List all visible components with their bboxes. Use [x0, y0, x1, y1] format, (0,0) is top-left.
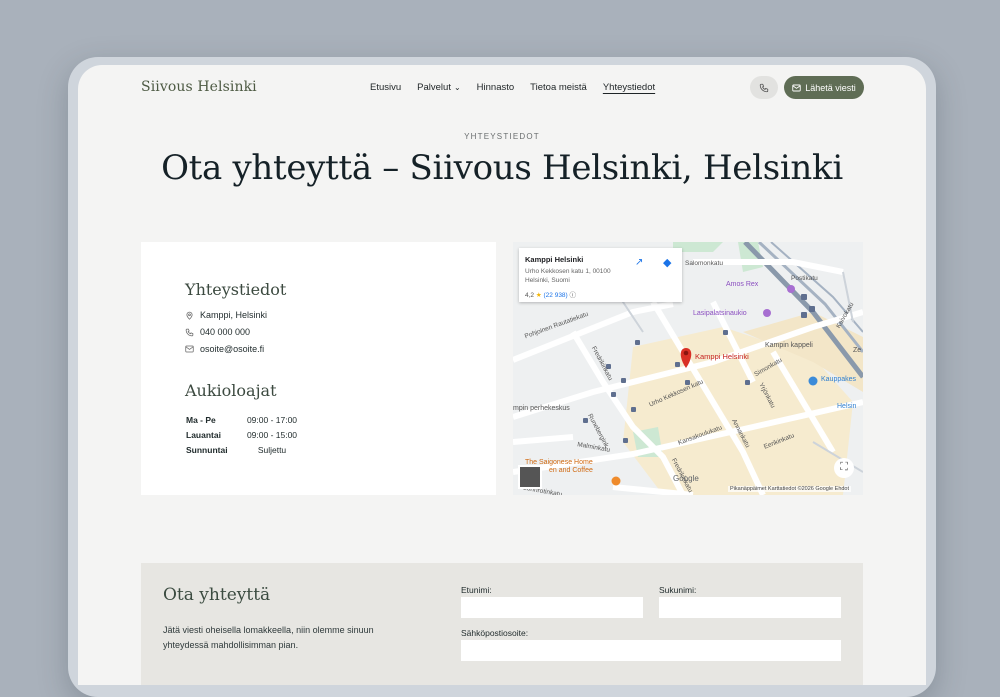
map-thumbnail[interactable]: [518, 465, 542, 489]
hours-row: Ma - Pe 09:00 - 17:00: [186, 412, 298, 427]
email-label: Sähköpostiosoite:: [461, 628, 529, 638]
hours-time: 09:00 - 17:00: [246, 414, 298, 425]
phone-row: 040 000 000: [185, 327, 250, 337]
contact-heading: Yhteystiedot: [185, 280, 287, 299]
email-row: osoite@osoite.fi: [185, 344, 264, 354]
phone-icon: [759, 83, 769, 92]
map-footer: Pikanäppäimet Karttatiedot ©2026 Google …: [728, 486, 852, 492]
address-row: Kamppi, Helsinki: [185, 310, 267, 320]
nav-palvelut-label: Palvelut: [417, 82, 451, 93]
phone-link[interactable]: 040 000 000: [200, 327, 250, 337]
page-eyebrow: YHTEYSTIEDOT: [464, 132, 540, 141]
last-name-input[interactable]: [659, 597, 841, 618]
hours-heading: Aukioloajat: [185, 381, 277, 400]
contact-card: Yhteystiedot Kamppi, Helsinki 040 000 00…: [141, 242, 496, 495]
nav-yhteystiedot[interactable]: Yhteystiedot: [603, 82, 655, 93]
poi-kampin-kappeli[interactable]: Kampin kappeli: [765, 342, 813, 349]
email-input[interactable]: [461, 640, 841, 661]
chevron-down-icon: ⌄: [453, 83, 461, 92]
send-message-button[interactable]: Lähetä viesti: [784, 76, 864, 99]
street-label: Salomonkatu: [685, 260, 723, 267]
directions-icon[interactable]: ◆: [663, 256, 677, 270]
mail-icon: [185, 345, 194, 353]
hours-day: Lauantai: [186, 429, 221, 440]
map-place-address: Urho Kekkosen katu 1, 00100 Helsinki, Su…: [525, 268, 611, 284]
opening-hours-table: Ma - Pe 09:00 - 17:00 Lauantai 09:00 - 15:…: [186, 412, 298, 457]
address-text: Kamppi, Helsinki: [200, 310, 268, 320]
form-description: Jätä viesti oheisella lomakkeella, niin …: [163, 625, 374, 650]
send-message-label: Lähetä viesti: [805, 82, 856, 93]
hours-row: Sunnuntai Suljettu: [186, 442, 298, 457]
poi-amos-rex[interactable]: Amos Rex: [726, 281, 758, 288]
first-name-label: Etunimi:: [461, 585, 492, 595]
star-icon: ★: [535, 292, 542, 299]
poi-saigonese-coffee[interactable]: en and Coffee: [549, 467, 593, 474]
map-rating-value: 4,2: [525, 292, 535, 299]
poi-kauppakeskus[interactable]: Kauppakes: [821, 376, 856, 383]
google-logo: Google: [673, 474, 699, 483]
map-place-name: Kamppi Helsinki: [525, 255, 584, 264]
hours-time: 09:00 - 15:00: [246, 429, 298, 440]
site-logo[interactable]: Siivous Helsinki: [141, 79, 257, 95]
last-name-label: Sukunimi:: [659, 585, 697, 595]
poi-lasipalatsinaukio[interactable]: Lasipalatsinaukio: [693, 310, 747, 317]
nav-palvelut[interactable]: Palvelut ⌄: [417, 82, 461, 93]
first-name-input[interactable]: [461, 597, 643, 618]
hours-day: Ma - Pe: [186, 414, 216, 425]
hours-time: Suljettu: [257, 444, 287, 455]
main-nav: Etusivu Palvelut ⌄ Hinnasto Tietoa meistä…: [370, 82, 655, 93]
phone-icon: [185, 328, 194, 336]
map-rating: 4,2 ★ (22 938) ⓘ: [525, 289, 576, 299]
phone-button[interactable]: [750, 76, 778, 99]
street-label: Postikatu: [791, 275, 818, 282]
map-marker-label[interactable]: Kamppi Helsinki: [695, 352, 749, 361]
nav-hinnasto[interactable]: Hinnasto: [477, 82, 515, 93]
poi-helsinki[interactable]: Helsin: [837, 403, 856, 410]
page-title: Ota yhteyttä – Siivous Helsinki, Helsink…: [161, 148, 843, 188]
mail-icon: [792, 84, 801, 91]
hours-day: Sunnuntai: [186, 444, 228, 455]
form-heading: Ota yhteyttä: [163, 585, 271, 605]
nav-tietoa-meista[interactable]: Tietoa meistä: [530, 82, 587, 93]
nav-etusivu[interactable]: Etusivu: [370, 82, 401, 93]
map-info-window: Kamppi Helsinki Urho Kekkosen katu 1, 00…: [519, 248, 682, 302]
email-link[interactable]: osoite@osoite.fi: [200, 344, 264, 354]
browser-screen: Siivous Helsinki Etusivu Palvelut ⌄ Hinna…: [78, 65, 926, 685]
fullscreen-icon[interactable]: ⛶: [837, 460, 851, 474]
open-external-icon[interactable]: ↗: [635, 257, 649, 271]
map-reviews-link[interactable]: (22 938): [544, 292, 568, 299]
info-icon: ⓘ: [569, 292, 577, 299]
poi-perhekeskus[interactable]: mpin perhekeskus: [513, 405, 570, 412]
google-map[interactable]: Kamppi Helsinki Urho Kekkosen katu 1, 00…: [513, 242, 863, 495]
location-pin-icon: [186, 311, 193, 320]
poi-ze[interactable]: Ze: [853, 347, 861, 354]
hours-row: Lauantai 09:00 - 15:00: [186, 427, 298, 442]
